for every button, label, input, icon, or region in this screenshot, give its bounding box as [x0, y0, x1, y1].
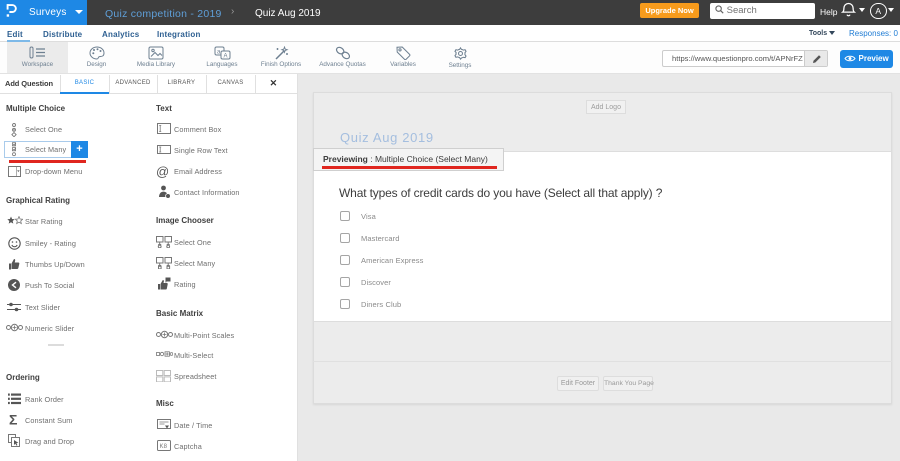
- svg-text:@: @: [156, 164, 169, 179]
- svg-text:A: A: [223, 54, 227, 60]
- svg-text:K8: K8: [160, 444, 168, 450]
